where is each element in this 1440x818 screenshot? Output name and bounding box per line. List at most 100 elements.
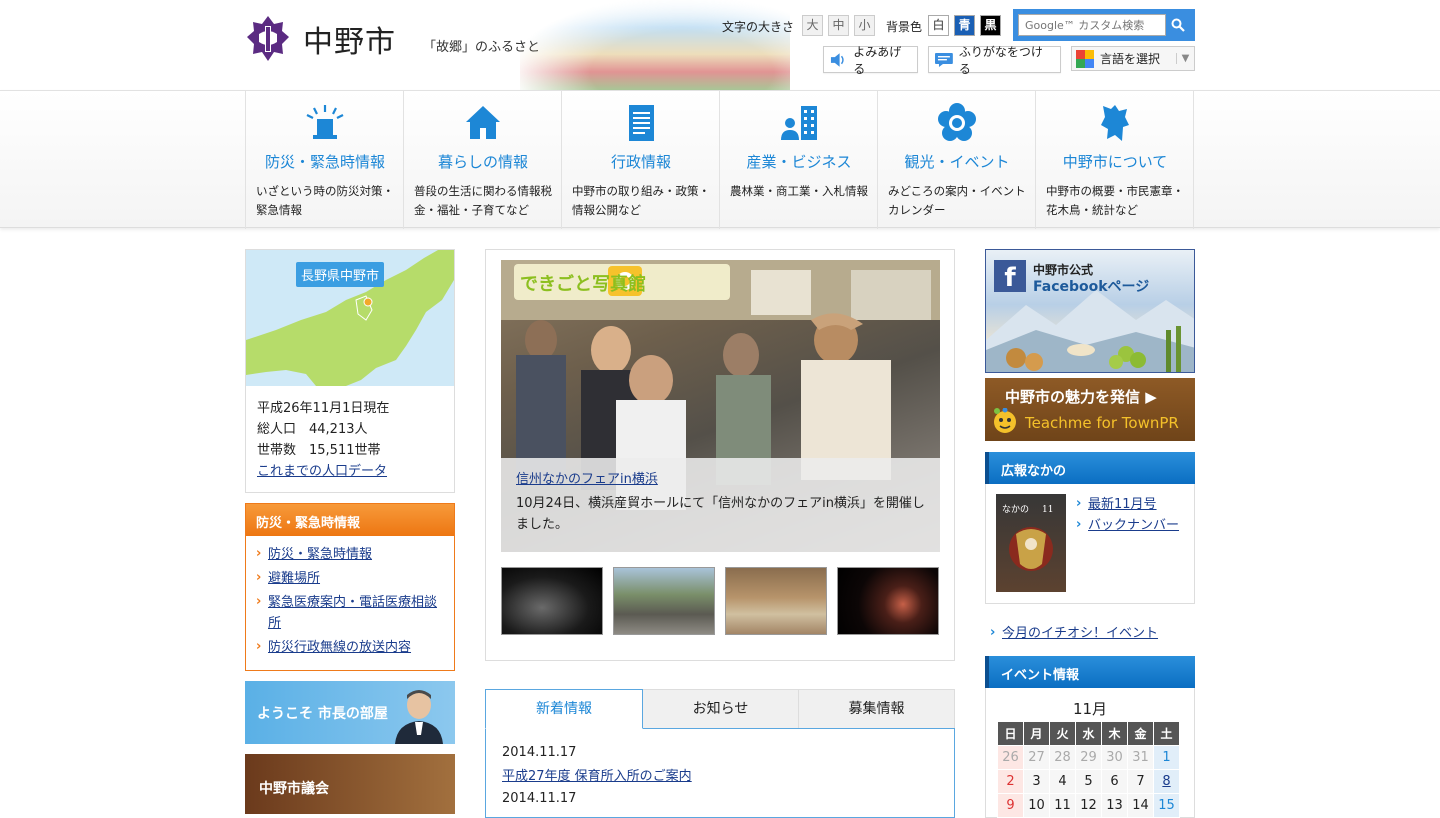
nav-item-living[interactable]: 暮らしの情報 普段の生活に関わる情報税金・福祉・子育てなど <box>404 91 562 229</box>
nav-item-administration[interactable]: 行政情報 中野市の取り組み・政策・情報公開など <box>562 91 720 229</box>
weekday-header: 水 <box>1075 721 1102 746</box>
list-item: 緊急医療案内・電話医療相談所 <box>256 591 446 634</box>
calendar-day: 1 <box>1153 745 1180 770</box>
calendar-day: 10 <box>1023 793 1050 818</box>
calendar-day: 31 <box>1127 745 1154 770</box>
tab-new-info[interactable]: 新着情報 <box>485 689 643 729</box>
site-name: 中野市 <box>303 25 396 60</box>
furigana-button[interactable]: ふりがなをつける <box>928 45 1061 76</box>
search-input[interactable] <box>1018 14 1166 36</box>
svg-text:11: 11 <box>1042 505 1053 515</box>
population-text: 平成26年11月1日現在 総人口 44,213人 世帯数 15,511世帯 これ… <box>257 398 389 482</box>
nav-desc: 農林業・商工業・入札情報 <box>730 184 868 198</box>
bg-white-button[interactable]: 白 <box>928 15 949 36</box>
list-item: 避難場所 <box>256 567 446 589</box>
list-item: 最新11月号 <box>1076 493 1179 515</box>
calendar-day: 29 <box>1075 745 1102 770</box>
chevron-down-icon: ▼ <box>1176 53 1194 64</box>
weekday-header: 木 <box>1101 721 1128 746</box>
facebook-banner[interactable]: f 中野市公式 Facebookページ <box>985 249 1195 373</box>
site-logo[interactable]: 中野市 <box>245 14 396 64</box>
nav-title: 中野市について <box>1062 153 1168 171</box>
calendar-day: 6 <box>1101 769 1128 794</box>
event-calendar: 11月 日 月 火 水 木 金 土 26 27 28 29 30 31 1 2 … <box>985 688 1195 818</box>
city-map-icon <box>1101 105 1129 141</box>
teachme-banner[interactable]: 中野市の魅力を発信 ▶ Teachme for TownPR <box>985 378 1195 441</box>
weekday-header: 火 <box>1049 721 1076 746</box>
tab-notices[interactable]: お知らせ <box>642 689 799 729</box>
bg-color-label: 背景色 <box>886 20 923 34</box>
population-data-link[interactable]: これまでの人口データ <box>257 461 389 482</box>
photo-thumbnail[interactable] <box>501 567 603 635</box>
koho-box: なかの 11 最新11月号 バックナンバー <box>985 484 1195 604</box>
koho-cover-image[interactable]: なかの 11 <box>996 494 1066 592</box>
featured-event-link[interactable]: 今月のイチオシ！イベント <box>1002 626 1158 641</box>
population-total: 総人口 44,213人 <box>257 422 368 437</box>
read-aloud-button[interactable]: よみあげる <box>823 45 918 76</box>
weekday-header: 日 <box>997 721 1024 746</box>
news-date: 2014.11.17 <box>502 745 577 760</box>
bg-black-button[interactable]: 黒 <box>980 15 1001 36</box>
population-as-of: 平成26年11月1日現在 <box>257 401 390 416</box>
text-size-large-button[interactable]: 大 <box>802 15 823 36</box>
news-tabs: 新着情報 お知らせ 募集情報 2014.11.17 平成27年度 保育所入所のご… <box>485 689 955 818</box>
featured-photo[interactable]: できごと写真館 信州なかのフェアin横浜 10月24日、横浜産貿ホールにて「信州… <box>501 260 940 552</box>
location-badge: 長野県中野市 <box>296 262 385 287</box>
emergency-link[interactable]: 防災行政無線の放送内容 <box>268 640 411 655</box>
news-panel: 2014.11.17 平成27年度 保育所入所のご案内 2014.11.17 <box>485 728 955 818</box>
nav-desc: 普段の生活に関わる情報税金・福祉・子育てなど <box>414 184 552 217</box>
nav-title: 産業・ビジネス <box>746 153 852 171</box>
calendar-table: 日 月 火 水 木 金 土 26 27 28 29 30 31 1 2 3 4 … <box>997 721 1180 818</box>
koho-backnumber-link[interactable]: バックナンバー <box>1088 518 1179 533</box>
calendar-day-link[interactable]: 8 <box>1153 769 1180 794</box>
emergency-link[interactable]: 防災・緊急時情報 <box>268 547 372 562</box>
read-aloud-label: よみあげる <box>853 44 902 76</box>
nav-title: 暮らしの情報 <box>437 153 528 171</box>
mayor-banner-label: ようこそ 市長の部屋 <box>257 706 388 722</box>
bg-blue-button[interactable]: 青 <box>954 15 975 36</box>
mayor-banner[interactable]: ようこそ 市長の部屋 <box>245 681 455 744</box>
council-banner[interactable]: 中野市議会 <box>245 754 455 814</box>
mayor-photo <box>395 690 443 744</box>
calendar-day: 28 <box>1049 745 1076 770</box>
calendar-day: 14 <box>1127 793 1154 818</box>
photo-gallery-title: できごと写真館 <box>520 273 646 295</box>
emergency-link[interactable]: 緊急医療案内・電話医療相談所 <box>268 595 437 631</box>
calendar-day: 3 <box>1023 769 1050 794</box>
language-select-label: 言語を選択 <box>1100 52 1161 66</box>
nav-item-about[interactable]: 中野市について 中野市の概要・市民憲章・花木鳥・統計など <box>1036 91 1194 229</box>
text-size-medium-button[interactable]: 中 <box>828 15 849 36</box>
text-size-small-button[interactable]: 小 <box>854 15 875 36</box>
news-link[interactable]: 平成27年度 保育所入所のご案内 <box>502 765 692 784</box>
council-banner-label: 中野市議会 <box>259 781 329 797</box>
emergency-link[interactable]: 避難場所 <box>268 571 320 586</box>
language-select[interactable]: 言語を選択 ▼ <box>1071 46 1195 71</box>
photo-thumbnail[interactable] <box>613 567 715 635</box>
teachme-banner-line1: 中野市の魅力を発信 ▶ <box>1005 388 1157 406</box>
nav-title: 行政情報 <box>610 153 671 171</box>
koho-latest-link[interactable]: 最新11月号 <box>1088 497 1157 512</box>
photo-thumbnail[interactable] <box>725 567 827 635</box>
nav-item-business[interactable]: 産業・ビジネス 農林業・商工業・入札情報 <box>720 91 878 229</box>
calendar-month: 11月 <box>1072 700 1108 718</box>
koho-links: 最新11月号 バックナンバー <box>1076 493 1179 536</box>
koho-heading: 広報なかの <box>985 452 1195 484</box>
weekday-header: 金 <box>1127 721 1154 746</box>
nav-item-disaster[interactable]: 防災・緊急時情報 いざという時の防災対策・緊急情報 <box>246 91 404 229</box>
calendar-day: 30 <box>1101 745 1128 770</box>
teachme-banner-line2: Teachme for TownPR <box>1025 414 1179 432</box>
calendar-day: 13 <box>1101 793 1128 818</box>
photo-thumbnail[interactable] <box>837 567 939 635</box>
calendar-day: 5 <box>1075 769 1102 794</box>
nav-item-tourism[interactable]: 観光・イベント みどころの案内・イベントカレンダー <box>878 91 1036 229</box>
mascot-icon <box>994 408 1016 433</box>
search-button[interactable] <box>1166 14 1190 36</box>
list-item: バックナンバー <box>1076 514 1179 536</box>
tab-recruitment[interactable]: 募集情報 <box>798 689 955 729</box>
weekday-header: 土 <box>1153 721 1180 746</box>
facebook-banner-line2: Facebookページ <box>1033 279 1150 295</box>
photo-caption-link[interactable]: 信州なかのフェアin横浜 <box>516 468 658 487</box>
siren-icon <box>306 105 344 139</box>
event-heading: イベント情報 <box>985 656 1195 688</box>
svg-text:なかの: なかの <box>1002 504 1029 515</box>
